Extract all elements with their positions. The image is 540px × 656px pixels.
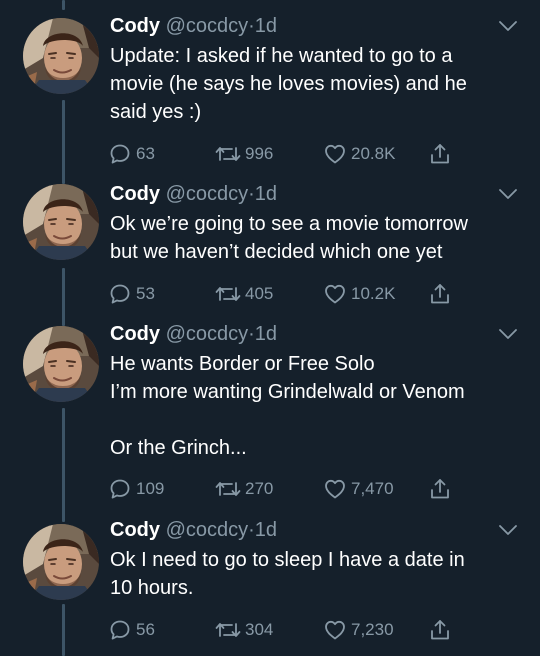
tweet-text-line: movie (he says he loves movies) and he [110, 73, 467, 95]
chevron-down-icon[interactable] [497, 18, 519, 34]
thread-line [62, 0, 65, 10]
chevron-down-icon[interactable] [497, 522, 519, 538]
reply-icon [108, 142, 132, 166]
timestamp[interactable]: 1d [255, 183, 277, 205]
retweet-button[interactable]: 405 [215, 282, 273, 306]
author-name[interactable]: Cody [110, 183, 160, 205]
tweet-text-line: said yes :) [110, 101, 202, 123]
reply-button[interactable]: 53 [108, 282, 155, 306]
chevron-down-icon[interactable] [497, 326, 519, 342]
author-name[interactable]: Cody [110, 519, 160, 541]
thread-line [62, 408, 65, 522]
share-button[interactable] [428, 618, 456, 642]
thread-line [62, 604, 65, 656]
tweet-actions: 53 405 10.2K [108, 282, 468, 306]
avatar[interactable] [23, 184, 99, 260]
tweet-text-line: 10 hours. [110, 577, 194, 599]
retweet-icon [215, 282, 241, 306]
separator-dot: · [248, 323, 255, 345]
like-button[interactable]: 7,470 [323, 477, 394, 501]
timestamp[interactable]: 1d [255, 519, 277, 541]
like-button[interactable]: 7,230 [323, 618, 394, 642]
heart-icon [323, 282, 347, 306]
reply-count: 109 [136, 479, 165, 498]
tweet-actions: 56 304 7,230 [108, 618, 468, 642]
author-name[interactable]: Cody [110, 15, 160, 37]
retweet-count: 304 [245, 620, 274, 639]
share-icon [428, 477, 452, 501]
chevron-down-icon[interactable] [497, 186, 519, 202]
like-count: 20.8K [351, 144, 396, 163]
retweet-icon [215, 142, 241, 166]
tweet-actions: 63 996 20.8K [108, 142, 468, 166]
tweet-text-line: Ok I need to go to sleep I have a date i… [110, 549, 465, 571]
share-button[interactable] [428, 142, 456, 166]
tweet-text: Ok I need to go to sleep I have a date i… [110, 546, 525, 602]
heart-icon [323, 618, 347, 642]
share-icon [428, 142, 452, 166]
tweet-text-line: I’m more wanting Grindelwald or Venom [110, 381, 465, 403]
separator-dot: · [248, 183, 255, 205]
tweet-text-line [110, 406, 525, 434]
reply-button[interactable]: 63 [108, 142, 155, 166]
separator-dot: · [248, 15, 255, 37]
retweet-count: 996 [245, 144, 274, 163]
retweet-button[interactable]: 996 [215, 142, 273, 166]
reply-button[interactable]: 56 [108, 618, 155, 642]
author-handle[interactable]: @cocdcy [166, 323, 249, 345]
retweet-count: 405 [245, 284, 274, 303]
reply-count: 63 [136, 144, 155, 163]
tweet-header: Cody @cocdcy·1d [110, 516, 277, 544]
like-count: 10.2K [351, 284, 396, 303]
retweet-icon [215, 477, 241, 501]
reply-icon [108, 618, 132, 642]
reply-icon [108, 282, 132, 306]
tweet-header: Cody @cocdcy·1d [110, 180, 277, 208]
share-icon [428, 282, 452, 306]
like-button[interactable]: 20.8K [323, 142, 395, 166]
share-icon [428, 618, 452, 642]
thread-line [62, 100, 65, 184]
tweet-text-line: Update: I asked if he wanted to go to a [110, 45, 453, 67]
retweet-count: 270 [245, 479, 274, 498]
tweet-text-line: Or the Grinch... [110, 437, 247, 459]
like-count: 7,470 [351, 479, 394, 498]
tweet-actions: 109 270 7,470 [108, 477, 468, 501]
tweet-text-line: He wants Border or Free Solo [110, 353, 375, 375]
author-handle[interactable]: @cocdcy [166, 183, 249, 205]
timestamp[interactable]: 1d [255, 15, 277, 37]
like-button[interactable]: 10.2K [323, 282, 395, 306]
heart-icon [323, 142, 347, 166]
tweet-header: Cody @cocdcy·1d [110, 12, 277, 40]
like-count: 7,230 [351, 620, 394, 639]
reply-count: 53 [136, 284, 155, 303]
reply-icon [108, 477, 132, 501]
avatar[interactable] [23, 18, 99, 94]
retweet-button[interactable]: 304 [215, 618, 273, 642]
reply-count: 56 [136, 620, 155, 639]
thread-line [62, 268, 65, 326]
retweet-button[interactable]: 270 [215, 477, 273, 501]
separator-dot: · [248, 519, 255, 541]
tweet-header: Cody @cocdcy·1d [110, 320, 277, 348]
tweet-text-line: but we haven’t decided which one yet [110, 241, 443, 263]
author-handle[interactable]: @cocdcy [166, 519, 249, 541]
heart-icon [323, 477, 347, 501]
tweet-text-line: Ok we’re going to see a movie tomorrow [110, 213, 468, 235]
tweet-text: He wants Border or Free Solo I’m more wa… [110, 350, 525, 462]
author-handle[interactable]: @cocdcy [166, 15, 249, 37]
share-button[interactable] [428, 282, 456, 306]
tweet-text: Update: I asked if he wanted to go to a … [110, 42, 525, 126]
retweet-icon [215, 618, 241, 642]
tweet-text: Ok we’re going to see a movie tomorrow b… [110, 210, 525, 266]
reply-button[interactable]: 109 [108, 477, 164, 501]
avatar[interactable] [23, 524, 99, 600]
author-name[interactable]: Cody [110, 323, 160, 345]
avatar[interactable] [23, 326, 99, 402]
share-button[interactable] [428, 477, 456, 501]
timestamp[interactable]: 1d [255, 323, 277, 345]
